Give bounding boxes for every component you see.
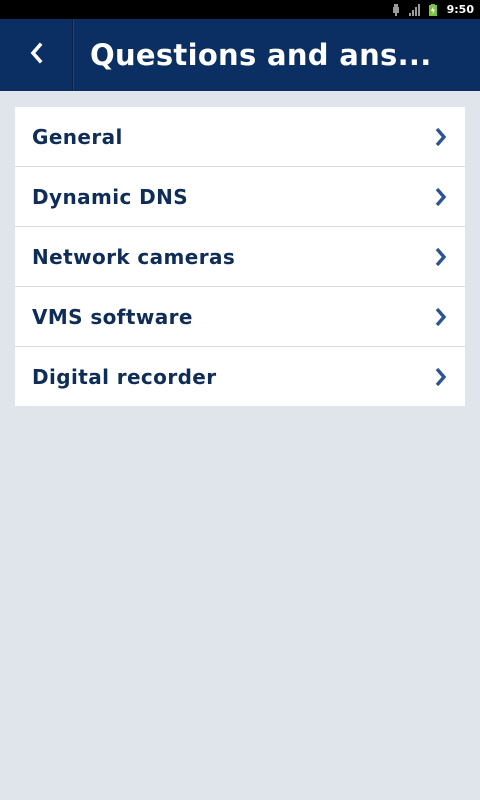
list-item-general[interactable]: General xyxy=(15,107,465,167)
chevron-left-icon xyxy=(28,42,44,68)
list-item-label: Digital recorder xyxy=(32,364,217,389)
list-item-label: General xyxy=(32,124,123,149)
chevron-right-icon xyxy=(434,187,448,207)
header-divider xyxy=(72,19,73,91)
list-item-dynamic-dns[interactable]: Dynamic DNS xyxy=(15,167,465,227)
status-time: 9:50 xyxy=(446,3,474,16)
signal-icon xyxy=(408,3,421,16)
chevron-right-icon xyxy=(434,127,448,147)
list-item-label: Dynamic DNS xyxy=(32,184,189,209)
page-title: Questions and ans... xyxy=(90,38,432,72)
usb-icon xyxy=(391,3,401,16)
list-item-vms-software[interactable]: VMS software xyxy=(15,287,465,347)
list-item-label: VMS software xyxy=(32,304,193,329)
list-item-label: Network cameras xyxy=(32,244,236,269)
chevron-right-icon xyxy=(434,307,448,327)
chevron-right-icon xyxy=(434,247,448,267)
status-bar: 9:50 xyxy=(0,0,480,19)
app-header: Questions and ans... xyxy=(0,19,480,91)
faq-category-list: General Dynamic DNS Network cameras VMS … xyxy=(15,107,465,406)
chevron-right-icon xyxy=(434,367,448,387)
battery-charging-icon xyxy=(428,3,437,16)
list-item-network-cameras[interactable]: Network cameras xyxy=(15,227,465,287)
back-button[interactable] xyxy=(0,19,72,91)
list-item-digital-recorder[interactable]: Digital recorder xyxy=(15,347,465,406)
